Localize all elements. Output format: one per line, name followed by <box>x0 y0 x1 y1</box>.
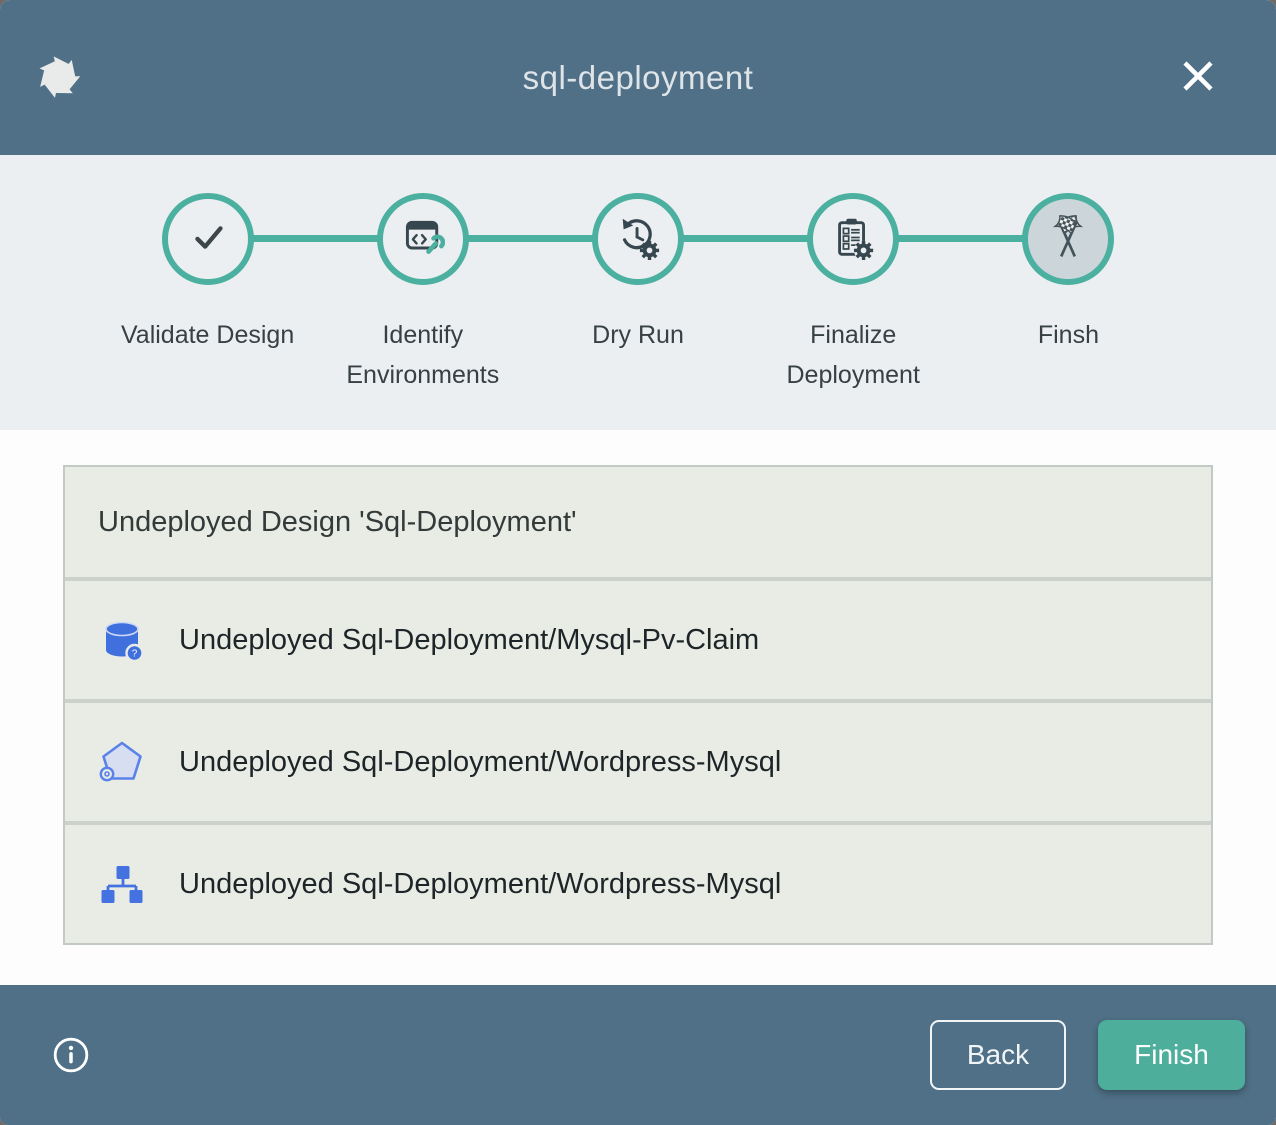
step-validate-design: Validate Design <box>100 155 315 430</box>
pentagon-icon <box>98 738 146 786</box>
svg-text:?: ? <box>132 649 138 660</box>
results-list: Undeployed Design 'Sql-Deployment' ? Und… <box>63 465 1213 945</box>
info-icon[interactable] <box>51 1035 91 1075</box>
list-item: Undeployed Sql-Deployment/Wordpress-Mysq… <box>65 699 1211 821</box>
step-circle <box>592 193 684 285</box>
dialog-header: sql-deployment <box>0 0 1276 155</box>
list-item-text: Undeployed Sql-Deployment/Wordpress-Mysq… <box>179 746 781 779</box>
check-icon <box>185 214 231 265</box>
step-circle-active <box>1022 193 1114 285</box>
dialog-footer: Back Finish <box>0 985 1276 1125</box>
wizard-stepper: Validate Design Identify Environments <box>0 155 1276 430</box>
step-label: Validate Design <box>121 315 294 355</box>
finish-button[interactable]: Finish <box>1098 1020 1245 1090</box>
step-dry-run: Dry Run <box>530 155 745 430</box>
rerun-gear-icon <box>615 214 661 265</box>
finish-flags-icon <box>1043 212 1093 267</box>
list-item: Undeployed Sql-Deployment/Wordpress-Mysq… <box>65 821 1211 943</box>
step-finalize-deployment: Finalize Deployment <box>746 155 961 430</box>
step-label: Dry Run <box>592 315 684 355</box>
list-item: ? Undeployed Sql-Deployment/Mysql-Pv-Cla… <box>65 577 1211 699</box>
step-circle <box>807 193 899 285</box>
hierarchy-icon <box>98 860 146 908</box>
step-circle <box>162 193 254 285</box>
code-wrench-icon <box>401 215 445 264</box>
step-circle <box>377 193 469 285</box>
step-label: Finsh <box>1038 315 1099 355</box>
results-panel: Undeployed Design 'Sql-Deployment' ? Und… <box>0 430 1276 985</box>
results-header-row: Undeployed Design 'Sql-Deployment' <box>65 467 1211 577</box>
database-icon: ? <box>98 616 146 664</box>
dialog-title: sql-deployment <box>523 59 754 97</box>
close-icon[interactable] <box>1177 56 1219 98</box>
step-finish: Finsh <box>961 155 1176 430</box>
step-label: Identify Environments <box>325 315 520 395</box>
back-button[interactable]: Back <box>930 1020 1066 1090</box>
clipboard-gear-icon <box>830 214 876 265</box>
deployment-wizard-dialog: sql-deployment Validate Design <box>0 0 1276 1125</box>
meshery-logo-icon <box>33 51 85 103</box>
step-identify-environments: Identify Environments <box>315 155 530 430</box>
step-label: Finalize Deployment <box>756 315 951 395</box>
list-item-text: Undeployed Sql-Deployment/Mysql-Pv-Claim <box>179 624 759 657</box>
list-item-text: Undeployed Sql-Deployment/Wordpress-Mysq… <box>179 868 781 901</box>
results-header-text: Undeployed Design 'Sql-Deployment' <box>98 506 577 539</box>
